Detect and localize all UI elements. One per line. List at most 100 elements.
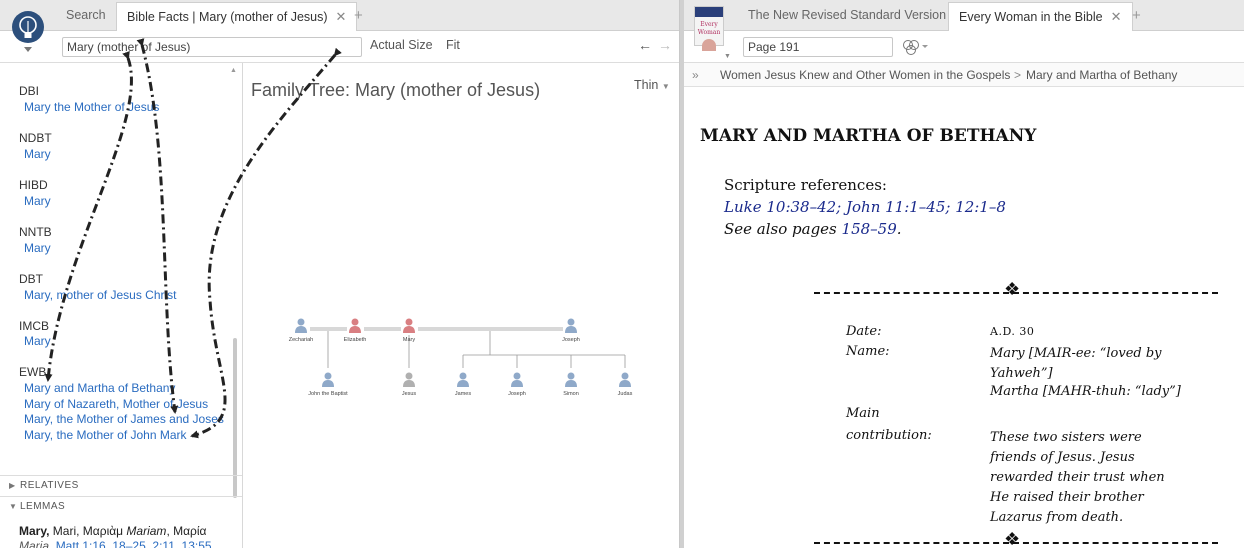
left-toolbar: Mary (mother of Jesus) Actual Size Fit ←… <box>0 31 679 63</box>
person-node[interactable]: Elizabeth <box>344 318 367 344</box>
lemma-refs-link[interactable]: Matt 1:16, 18–25, 2:11, 13:55 <box>56 539 212 548</box>
resource-link[interactable]: Mary, the Mother of James and Joses <box>24 412 224 426</box>
person-node[interactable]: Joseph <box>508 372 526 398</box>
new-tab-plus-icon[interactable]: + <box>354 2 363 29</box>
right-panel: Every Woman The New Revised Standard Ver… <box>684 0 1244 548</box>
resource-link[interactable]: Mary <box>24 194 51 208</box>
tab-bible-facts[interactable]: Bible Facts | Mary (mother of Jesus) ✕ <box>116 2 358 31</box>
scripture-label: Scripture references: <box>724 176 887 194</box>
fact-label: Main <box>846 406 880 421</box>
left-tab-bar: Search Bible Facts | Mary (mother of Jes… <box>0 0 679 31</box>
fit-button[interactable]: Fit <box>446 38 460 52</box>
person-name: John the Baptist <box>308 391 348 397</box>
person-node[interactable]: John the Baptist <box>308 372 348 398</box>
parallel-resources-icon[interactable] <box>901 38 931 59</box>
sidebar-scrollbar[interactable] <box>233 338 237 498</box>
see-also-link[interactable]: 158–59 <box>842 220 897 238</box>
resource-link[interactable]: Mary <box>24 147 51 161</box>
person-icon <box>511 380 523 387</box>
chevron-down-icon: ▼ <box>9 502 18 511</box>
page-input[interactable]: Page 191 <box>743 37 893 57</box>
scripture-refs-link[interactable]: Luke 10:38–42; John 11:1–45; 12:1–8 <box>724 198 1006 216</box>
tab-search[interactable]: Search <box>56 2 116 31</box>
resource-link[interactable]: Mary the Mother of Jesus <box>24 100 159 114</box>
person-icon <box>567 318 575 326</box>
fact-value: Martha [MAHR-thuh: “lady”] <box>990 384 1181 399</box>
person-node[interactable]: Zechariah <box>289 318 313 344</box>
book-cover-title: Every Woman <box>697 21 721 36</box>
tab-every-woman-label: Every Woman in the Bible <box>959 10 1103 24</box>
fact-value: A.D. 30 <box>990 325 1035 338</box>
chevron-down-icon[interactable]: ▼ <box>724 53 731 60</box>
diamond-ornament-icon: ❖ <box>1004 279 1021 300</box>
person-icon <box>349 326 361 333</box>
resource-sidebar: ▲ DBI Mary the Mother of Jesus NDBT Mary… <box>0 63 243 548</box>
person-name: James <box>455 391 471 397</box>
breadcrumb-item[interactable]: Women Jesus Knew and Other Women in the … <box>720 63 1010 87</box>
book-cover-image[interactable]: Every Woman <box>694 6 724 51</box>
group-label: DBI <box>19 84 40 98</box>
breadcrumb-item[interactable]: Mary and Martha of Bethany <box>1026 63 1177 87</box>
person-node[interactable]: James <box>455 372 471 398</box>
tab-every-woman[interactable]: Every Woman in the Bible ✕ <box>948 2 1133 31</box>
back-arrow-icon[interactable]: ← <box>638 37 652 53</box>
tab-nrsv[interactable]: The New Revised Standard Version <box>738 2 956 31</box>
left-panel: Search Bible Facts | Mary (mother of Jes… <box>0 0 680 548</box>
resource-link[interactable]: Mary, mother of Jesus Christ <box>24 288 176 302</box>
resource-link[interactable]: Mary, the Mother of John Mark <box>24 428 187 442</box>
search-input[interactable]: Mary (mother of Jesus) <box>62 37 362 57</box>
scroll-up-icon[interactable]: ▲ <box>230 67 237 74</box>
person-node[interactable]: Simon <box>563 372 579 398</box>
person-name: Elizabeth <box>344 337 367 343</box>
lemma-entry: Mary, Mari, Μαριὰμ Mariam, Μαρία <box>19 524 206 538</box>
resource-link[interactable]: Mary <box>24 241 51 255</box>
breadcrumb: » Women Jesus Knew and Other Women in th… <box>684 63 1244 87</box>
new-tab-plus-icon[interactable]: + <box>1132 2 1141 29</box>
forward-arrow-icon[interactable]: → <box>658 37 672 53</box>
right-tab-bar: Every Woman The New Revised Standard Ver… <box>684 0 1244 51</box>
person-name: Mary <box>403 337 415 343</box>
group-label: NNTB <box>19 225 52 239</box>
resource-link[interactable]: Mary <box>24 334 51 348</box>
document-body: MARY AND MARTHA OF BETHANY Scripture ref… <box>684 88 1244 548</box>
close-icon[interactable]: ✕ <box>1111 9 1122 24</box>
person-node[interactable]: Judas <box>618 372 633 398</box>
person-icon <box>565 380 577 387</box>
fact-label: Date: <box>846 324 882 339</box>
person-name: Joseph <box>562 337 580 343</box>
person-icon <box>322 380 334 387</box>
fact-label: Name: <box>846 344 890 359</box>
person-icon <box>513 372 521 380</box>
lemma-translit: Mariam <box>126 524 167 538</box>
person-icon <box>295 326 307 333</box>
chevron-right-icon: ▶ <box>9 481 16 490</box>
person-node[interactable]: Mary <box>403 318 415 344</box>
person-icon <box>619 380 631 387</box>
close-icon[interactable]: ✕ <box>336 9 347 24</box>
person-node[interactable]: Joseph <box>562 318 580 344</box>
chevron-double-right-icon[interactable]: » <box>692 63 699 87</box>
see-also-text: See also pages <box>724 220 842 238</box>
app-logo-icon[interactable] <box>10 7 46 55</box>
section-relatives[interactable]: ▶ RELATIVES <box>0 475 242 495</box>
person-node[interactable]: Jesus <box>402 372 417 398</box>
resource-link[interactable]: Mary of Nazareth, Mother of Jesus <box>24 397 208 411</box>
person-icon <box>567 372 575 380</box>
person-icon <box>405 372 413 380</box>
person-name: Zechariah <box>289 337 313 343</box>
fact-value: These two sisters were friends of Jesus.… <box>990 430 1165 525</box>
section-lemmas[interactable]: ▼ LEMMAS <box>0 496 242 516</box>
person-icon <box>621 372 629 380</box>
group-label: NDBT <box>19 131 52 145</box>
lemma-translit: Maria <box>19 539 50 548</box>
book-cover-band <box>695 7 723 17</box>
fact-value: Mary [MAIR-ee: “loved by Yahweh”] <box>990 346 1162 381</box>
resource-link[interactable]: Mary and Martha of Bethany <box>24 381 175 395</box>
lemma-text: , Μαρία <box>166 524 207 538</box>
group-label: HIBD <box>19 178 48 192</box>
actual-size-button[interactable]: Actual Size <box>370 38 433 52</box>
section-relatives-label: RELATIVES <box>20 480 79 491</box>
tab-nrsv-label: The New Revised Standard Version <box>748 8 947 22</box>
family-tree-diagram: Zechariah Elizabeth Mary Joseph John the Bap… <box>289 318 633 398</box>
fact-label: contribution: <box>846 428 932 443</box>
